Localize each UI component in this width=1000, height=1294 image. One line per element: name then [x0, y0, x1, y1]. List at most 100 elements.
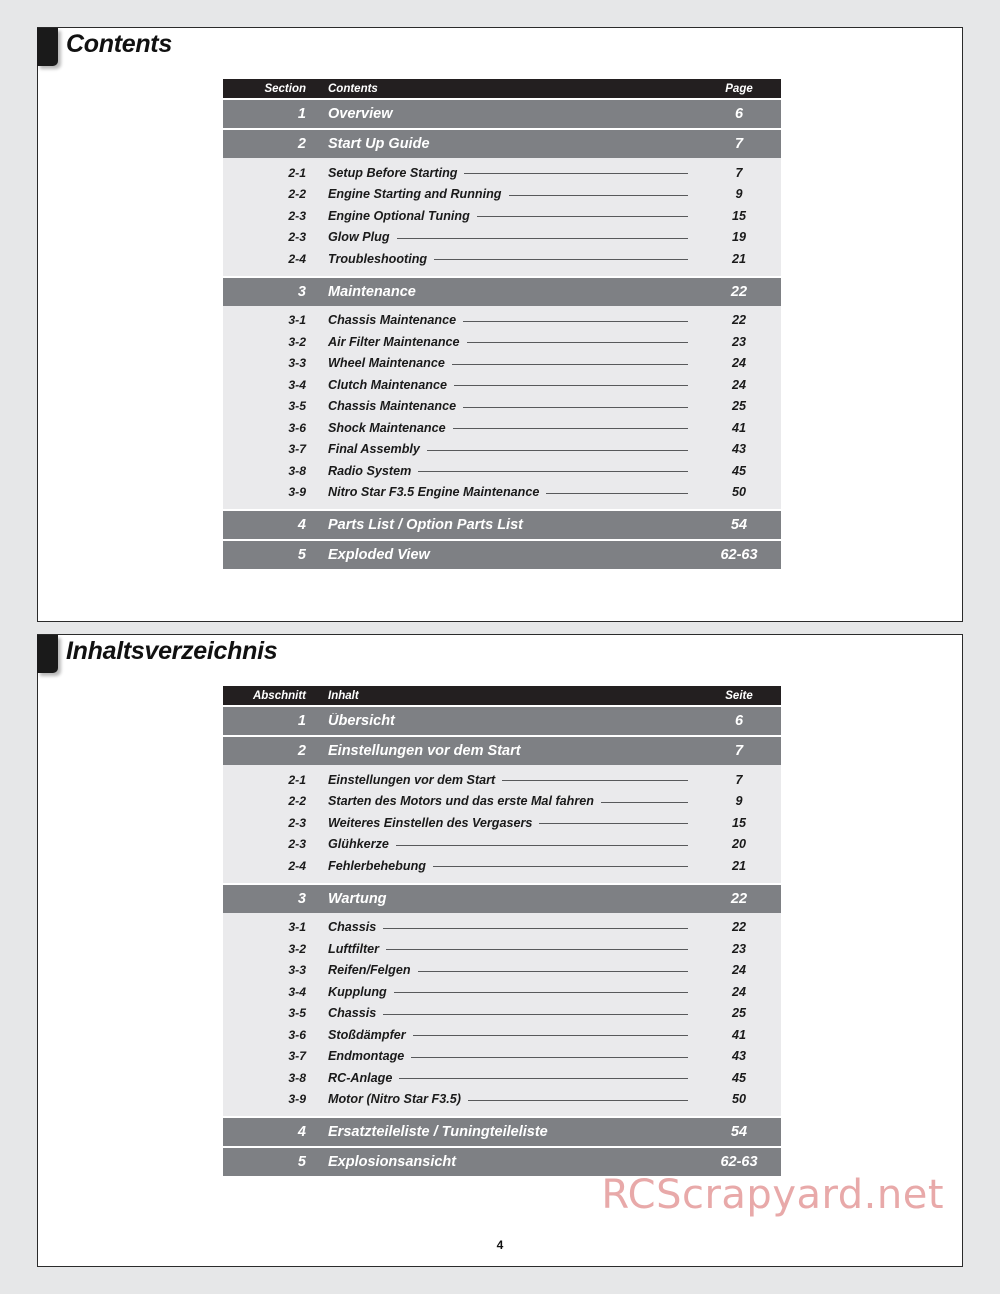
leader-line [464, 173, 688, 175]
cell-section-number: 2-1 [288, 772, 306, 787]
table-row-subsection: 2-1 Einstellungen vor dem Start 7 [223, 769, 781, 791]
cell-page-number: 24 [731, 984, 746, 999]
table-row-subsection: 3-2 Air Filter Maintenance 23 [223, 331, 781, 353]
cell-title-text: Shock Maintenance [328, 420, 446, 435]
cell-title: Engine Optional Tuning [315, 209, 697, 223]
cell-title-text: Final Assembly [328, 442, 420, 457]
cell-page-number: 54 [730, 517, 748, 533]
cell-title: Air Filter Maintenance [315, 335, 697, 349]
cell-title: Stoßdämpfer [315, 1028, 697, 1042]
leader-line [463, 406, 688, 408]
page-title-english: Contents [66, 30, 172, 58]
column-header-section: Abschnitt [252, 689, 306, 702]
cell-title: Starten des Motors und das erste Mal fah… [315, 794, 697, 808]
page-number: 4 [496, 1238, 504, 1252]
table-row-subsection: 2-4 Fehlerbehebung 21 [223, 855, 781, 877]
cell-title: Parts List / Option Parts List [315, 517, 697, 533]
cell-section-number: 3-2 [288, 941, 306, 956]
table-row-subsection: 2-2 Starten des Motors und das erste Mal … [223, 790, 781, 812]
cell-page-number: 25 [731, 399, 746, 414]
cell-title-text: Glow Plug [328, 230, 390, 245]
cell-title: Setup Before Starting [315, 166, 697, 180]
column-header-page: Page [725, 82, 753, 95]
page-title-german: Inhaltsverzeichnis [66, 637, 278, 665]
cell-title: Wartung [315, 891, 697, 907]
cell-section-number: 2 [297, 743, 306, 759]
cell-section-number: 2-3 [288, 208, 306, 223]
leader-line [418, 471, 688, 473]
table-row-subsection: 2-3 Glühkerze 20 [223, 833, 781, 855]
cell-title-text: Explosionsansicht [328, 1154, 457, 1170]
cell-title: Shock Maintenance [315, 421, 697, 435]
cell-title: Troubleshooting [315, 252, 697, 266]
table-row-section: 5 Exploded View 62-63 [223, 541, 781, 569]
leader-line [383, 1013, 688, 1015]
table-row-subsection: 3-7 Endmontage 43 [223, 1045, 781, 1067]
cell-page-number: 19 [731, 230, 746, 245]
cell-title-text: Setup Before Starting [328, 165, 458, 180]
cell-page-number: 6 [734, 106, 744, 122]
table-row-subsection: 3-3 Reifen/Felgen 24 [223, 959, 781, 981]
cell-section-number: 2-4 [288, 858, 306, 873]
cell-title: Kupplung [315, 985, 697, 999]
cell-title-text: Motor (Nitro Star F3.5) [328, 1092, 461, 1107]
cell-title: Übersicht [315, 713, 697, 729]
cell-page-number: 22 [731, 920, 746, 935]
leader-line [399, 1078, 688, 1080]
table-of-contents-english: Section Contents Page 1 Overview 6 2 Start U… [223, 79, 781, 569]
cell-title: Glühkerze [315, 837, 697, 851]
cell-title: Chassis [315, 1006, 697, 1020]
cell-title-text: Wartung [328, 890, 387, 907]
cell-title-text: Engine Optional Tuning [328, 208, 470, 223]
cell-title-text: Endmontage [328, 1049, 405, 1064]
cell-title-text: Wheel Maintenance [328, 356, 445, 371]
cell-page-number: 43 [731, 442, 746, 457]
cell-page-number: 45 [731, 463, 746, 478]
leader-line [396, 237, 688, 239]
cell-title-text: Weiteres Einstellen des Vergasers [328, 815, 533, 830]
table-row-subsection: 2-3 Glow Plug 19 [223, 226, 781, 248]
cell-section-number: 1 [297, 713, 306, 729]
leader-line [476, 216, 688, 218]
leader-line [502, 780, 688, 782]
cell-title: Chassis Maintenance [315, 313, 697, 327]
cell-page-number: 22 [730, 283, 748, 300]
cell-title: Maintenance [315, 284, 697, 300]
cell-title: Exploded View [315, 547, 697, 563]
cell-title: Radio System [315, 464, 697, 478]
column-header-page: Seite [725, 689, 753, 702]
leader-line [386, 949, 688, 951]
table-row-subsection: 3-1 Chassis Maintenance 22 [223, 309, 781, 331]
table-row-subsection: 3-9 Nitro Star F3.5 Engine Maintenance 50 [223, 481, 781, 503]
table-header-row: Section Contents Page [223, 79, 781, 98]
cell-section-number: 3-2 [288, 334, 306, 349]
leader-line [453, 385, 688, 387]
cell-title: Endmontage [315, 1049, 697, 1063]
table-row-subsection: 3-6 Shock Maintenance 41 [223, 417, 781, 439]
cell-page-number: 24 [731, 963, 746, 978]
cell-section-number: 3 [297, 890, 306, 907]
cell-title: Explosionsansicht [315, 1154, 697, 1170]
table-body-german: 1 Übersicht 6 2 Einstellungen vor dem Start 7… [223, 707, 781, 1176]
cell-page-number: 23 [731, 334, 746, 349]
table-row-subsection: 3-4 Kupplung 24 [223, 981, 781, 1003]
leader-line [434, 259, 688, 261]
cell-page-number: 24 [731, 356, 746, 371]
leader-line [432, 866, 688, 868]
cell-title-text: Engine Starting and Running [328, 187, 502, 202]
cell-title: Chassis [315, 920, 697, 934]
cell-title-text: Chassis [328, 1006, 377, 1021]
cell-title-text: Radio System [328, 463, 412, 478]
leader-line [395, 844, 688, 846]
cell-page-number: 9 [735, 794, 743, 809]
cell-page-number: 20 [731, 837, 746, 852]
table-row-subsection: 3-8 RC-Anlage 45 [223, 1067, 781, 1089]
cell-title-text: Luftfilter [328, 941, 380, 956]
cell-title: Einstellungen vor dem Start [315, 773, 697, 787]
contents-page-english: Contents Section Contents Page 1 Overview… [37, 27, 963, 622]
table-row-section: 1 Overview 6 [223, 100, 781, 128]
cell-title-text: Ersatzteileliste / Tuningteileliste [328, 1124, 548, 1140]
cell-title-text: Start Up Guide [328, 136, 430, 152]
cell-section-number: 2-2 [288, 187, 306, 202]
section-heading-german: Inhaltsverzeichnis [37, 635, 962, 681]
